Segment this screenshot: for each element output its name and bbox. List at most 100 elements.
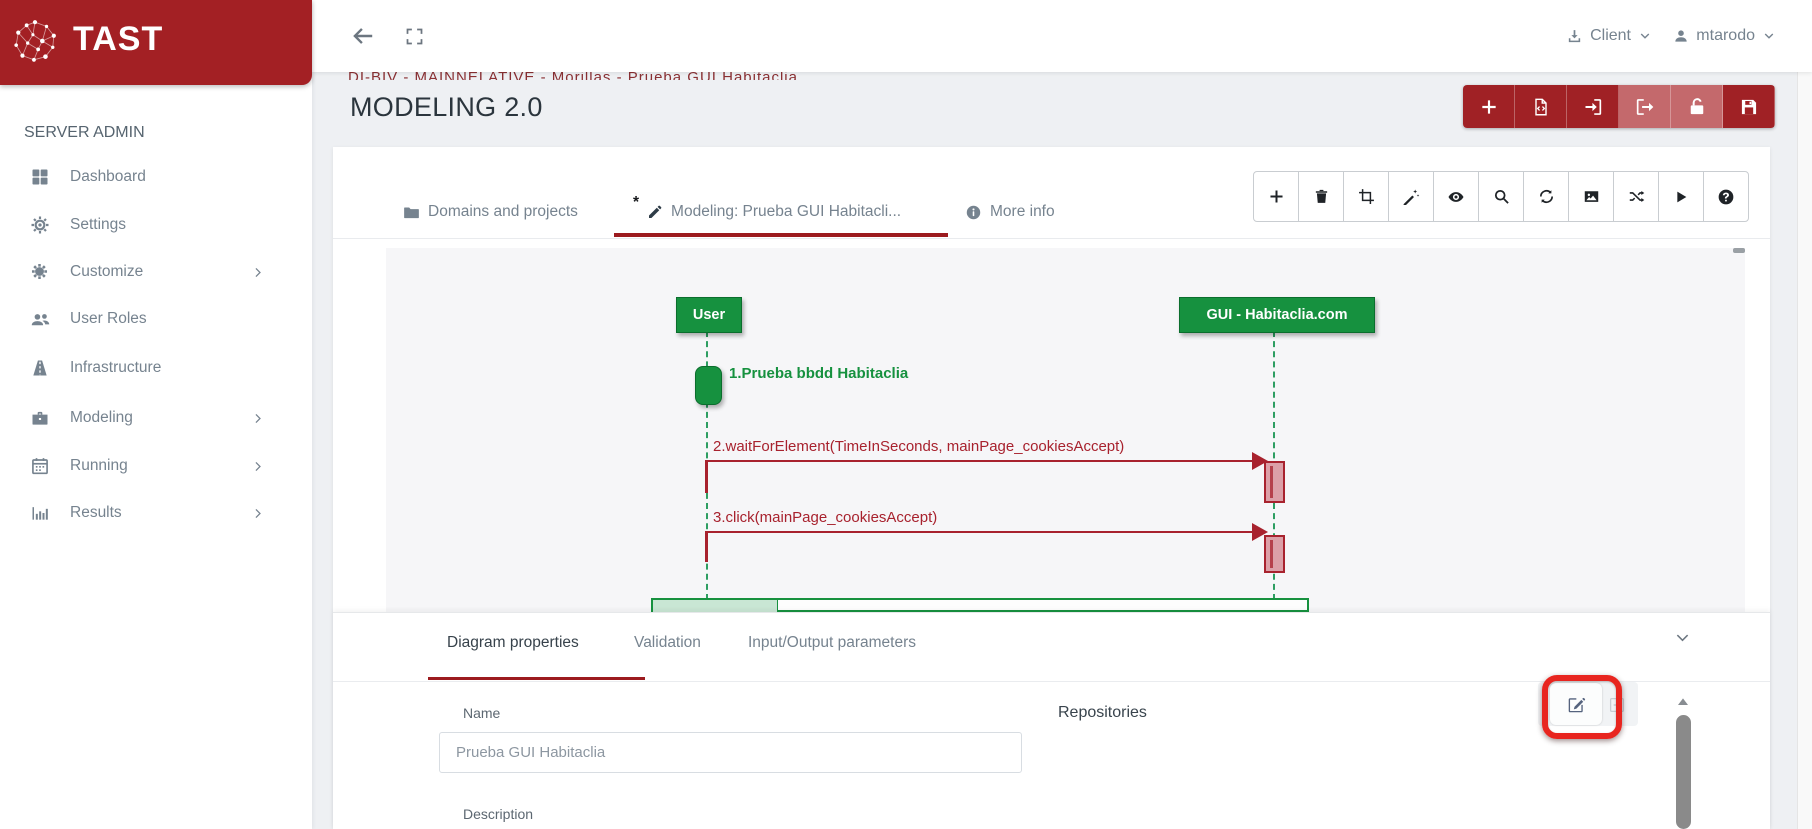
chevron-down-icon <box>1638 29 1652 43</box>
tab-modeling-active[interactable]: * Modeling: Prueba GUI Habitacli... <box>633 190 901 234</box>
sidebar-item-running[interactable]: Running <box>0 445 312 489</box>
canvas-scrollbar-hint <box>1733 248 1745 253</box>
panel-scrollbar-thumb[interactable] <box>1676 715 1691 829</box>
panel-scroll-up-arrow[interactable] <box>1675 694 1691 710</box>
toolbar-add-button[interactable] <box>1253 171 1299 222</box>
folder-icon <box>403 204 420 221</box>
active-tab-underline <box>614 233 948 237</box>
collapse-panel-chevron-down-icon[interactable] <box>1673 628 1692 647</box>
toolbar-zoom-search-button[interactable] <box>1478 171 1524 222</box>
sidebar-item-label: Dashboard <box>70 168 146 186</box>
panel-tab-validation[interactable]: Validation <box>634 634 701 652</box>
briefcase-icon <box>30 408 50 428</box>
network-sphere-icon <box>12 18 58 64</box>
sidebar-item-infrastructure[interactable]: Infrastructure <box>0 347 312 391</box>
gear-icon <box>30 215 50 235</box>
highlight-annotation-ring <box>1542 675 1622 739</box>
brand-name: TAST <box>73 20 163 59</box>
client-menu-label: Client <box>1590 27 1631 45</box>
chevron-right-icon <box>250 411 265 426</box>
cog-icon <box>30 262 49 281</box>
sidebar-item-label: Results <box>70 504 122 522</box>
chevron-right-icon <box>250 506 265 521</box>
sidebar-item-label: Running <box>70 457 128 475</box>
chevron-down-icon <box>1762 29 1776 43</box>
unsaved-marker: * <box>633 194 639 212</box>
message-2-line <box>707 460 1258 462</box>
toolbar-run-play-button[interactable] <box>1658 171 1704 222</box>
name-input[interactable] <box>439 732 1022 773</box>
activation-gui-1[interactable] <box>1264 461 1285 503</box>
sidebar-section-label: SERVER ADMIN <box>24 124 145 142</box>
tab-label: Modeling: Prueba GUI Habitacli... <box>671 203 901 221</box>
repositories-label: Repositories <box>1058 704 1147 722</box>
sidebar-item-modeling[interactable]: Modeling <box>0 397 312 441</box>
message-3-line <box>707 531 1258 533</box>
brand-banner[interactable]: TAST <box>0 0 312 85</box>
toolbar-refresh-button[interactable] <box>1523 171 1569 222</box>
diagram-action-bar <box>1463 85 1775 128</box>
sidebar-item-label: User Roles <box>70 310 147 328</box>
sidebar-item-user-roles[interactable]: User Roles <box>0 298 312 342</box>
message-3-label[interactable]: 3.click(mainPage_cookiesAccept) <box>713 509 937 526</box>
panel-tab-input-output-parameters[interactable]: Input/Output parameters <box>748 634 916 652</box>
file-code-button[interactable] <box>1515 85 1567 128</box>
tab-domains-and-projects[interactable]: Domains and projects <box>403 190 578 234</box>
chevron-right-icon <box>250 265 265 280</box>
sidebar-item-settings[interactable]: Settings <box>0 204 312 248</box>
toolbar-image-button[interactable] <box>1568 171 1614 222</box>
sign-out-button[interactable] <box>1619 85 1671 128</box>
actor-user[interactable]: User <box>676 297 742 333</box>
name-field-label: Name <box>463 705 500 721</box>
page-title: MODELING 2.0 <box>350 92 543 123</box>
road-icon <box>30 358 50 378</box>
user-menu[interactable]: mtarodo <box>1673 0 1776 72</box>
toolbar-delete-button[interactable] <box>1298 171 1344 222</box>
users-icon <box>30 309 51 330</box>
back-arrow-icon[interactable] <box>350 23 376 49</box>
application-window: DI-BIV - MAINNELATIVE - Morillas - Prueb… <box>0 0 1812 829</box>
description-field-label: Description <box>463 806 533 822</box>
toolbar-magic-wand-button[interactable] <box>1388 171 1434 222</box>
sequence-diagram-canvas[interactable] <box>386 248 1745 612</box>
tab-more-info[interactable]: More info <box>965 190 1055 234</box>
sidebar-item-label: Customize <box>70 263 143 281</box>
panel-tab-diagram-properties[interactable]: Diagram properties <box>447 634 579 652</box>
toolbar-shuffle-button[interactable] <box>1613 171 1659 222</box>
sidebar-item-customize[interactable]: Customize <box>0 251 312 295</box>
toolbar-crop-button[interactable] <box>1343 171 1389 222</box>
toolbar-preview-eye-button[interactable] <box>1433 171 1479 222</box>
actor-gui-habitaclia[interactable]: GUI - Habitaclia.com <box>1179 297 1375 333</box>
client-menu[interactable]: Client <box>1566 0 1652 72</box>
save-button[interactable] <box>1723 85 1775 128</box>
info-icon <box>965 204 982 221</box>
chevron-right-icon <box>250 459 265 474</box>
bar-chart-icon <box>30 503 50 523</box>
message-3-source-tick <box>705 531 708 562</box>
calendar-icon <box>30 456 50 476</box>
sidebar: TAST SERVER ADMIN Dashboard Settings Cus… <box>0 0 312 829</box>
tab-label: More info <box>990 203 1055 221</box>
message-2-source-tick <box>705 460 708 493</box>
sidebar-item-label: Settings <box>70 216 126 234</box>
dashboard-grid-icon <box>30 167 50 187</box>
browser-scrollbar[interactable] <box>1797 72 1812 829</box>
sidebar-item-label: Modeling <box>70 409 133 427</box>
add-button[interactable] <box>1463 85 1515 128</box>
user-icon <box>1673 28 1689 44</box>
toolbar-help-button[interactable] <box>1703 171 1749 222</box>
message-1-label[interactable]: 1.Prueba bbdd Habitaclia <box>729 365 908 382</box>
pencil-icon <box>647 204 663 220</box>
sidebar-item-dashboard[interactable]: Dashboard <box>0 156 312 200</box>
message-2-label[interactable]: 2.waitForElement(TimeInSeconds, mainPage… <box>713 438 1124 455</box>
tab-row-divider <box>333 238 1770 239</box>
activation-gui-2[interactable] <box>1264 535 1285 573</box>
sign-in-button[interactable] <box>1567 85 1619 128</box>
activation-green[interactable] <box>695 366 722 405</box>
unlock-button[interactable] <box>1671 85 1723 128</box>
sidebar-item-results[interactable]: Results <box>0 492 312 536</box>
sidebar-item-label: Infrastructure <box>70 359 161 377</box>
top-header: Client mtarodo <box>312 0 1812 72</box>
download-icon <box>1566 28 1583 45</box>
expand-icon[interactable] <box>404 26 425 47</box>
